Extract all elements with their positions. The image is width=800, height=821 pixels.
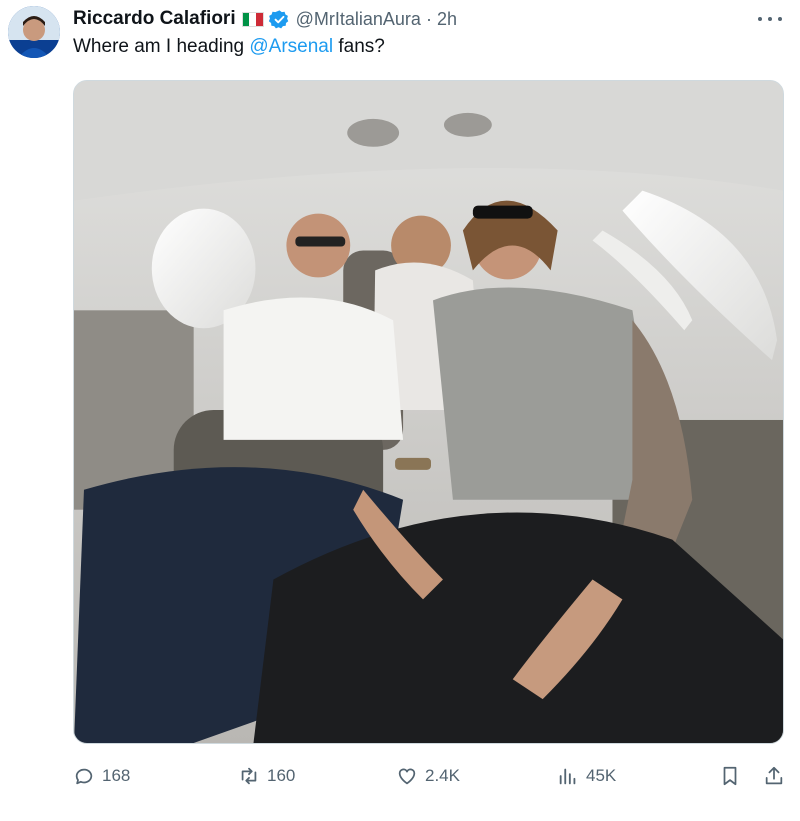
share-button[interactable] bbox=[763, 758, 785, 794]
views-count: 45K bbox=[586, 766, 617, 785]
mention-link[interactable]: @Arsenal bbox=[249, 36, 333, 57]
reply-button[interactable]: 168 bbox=[73, 758, 130, 794]
views-icon bbox=[559, 768, 576, 785]
tweet-photo[interactable] bbox=[73, 80, 784, 744]
photo-image bbox=[74, 81, 783, 743]
reply-icon bbox=[75, 768, 93, 785]
tweet-text-start: Where am I heading bbox=[73, 36, 250, 57]
like-count: 2.4K bbox=[425, 766, 460, 785]
bookmark-icon bbox=[723, 766, 737, 786]
more-icon[interactable] bbox=[758, 10, 782, 28]
like-button[interactable]: 2.4K bbox=[396, 758, 460, 794]
bookmark-button[interactable] bbox=[719, 758, 741, 794]
flag-italy-icon bbox=[241, 11, 264, 27]
author-display-name[interactable]: Riccardo Calafiori bbox=[73, 8, 236, 30]
share-icon bbox=[765, 766, 783, 785]
tweet[interactable]: Riccardo Calafiori @MrItalianAura · 2h W… bbox=[0, 0, 800, 821]
repost-button[interactable]: 160 bbox=[238, 758, 295, 794]
tweet-text-end: fans? bbox=[333, 36, 385, 57]
tweet-text: Where am I heading @Arsenal fans? bbox=[73, 36, 385, 58]
repost-count: 160 bbox=[267, 766, 296, 785]
avatar-image bbox=[8, 6, 60, 58]
repost-icon bbox=[241, 767, 257, 785]
tweet-header: Riccardo Calafiori @MrItalianAura · 2h bbox=[73, 6, 457, 32]
avatar[interactable] bbox=[8, 6, 60, 58]
timestamp[interactable]: 2h bbox=[437, 9, 457, 30]
separator-dot: · bbox=[425, 8, 432, 29]
like-icon bbox=[398, 768, 416, 785]
author-handle[interactable]: @MrItalianAura bbox=[296, 9, 421, 30]
reply-count: 168 bbox=[102, 766, 131, 785]
views-button[interactable]: 45K bbox=[557, 758, 616, 794]
action-bar: 168 160 2.4K 45K bbox=[73, 758, 784, 794]
verified-badge-icon bbox=[268, 9, 288, 28]
